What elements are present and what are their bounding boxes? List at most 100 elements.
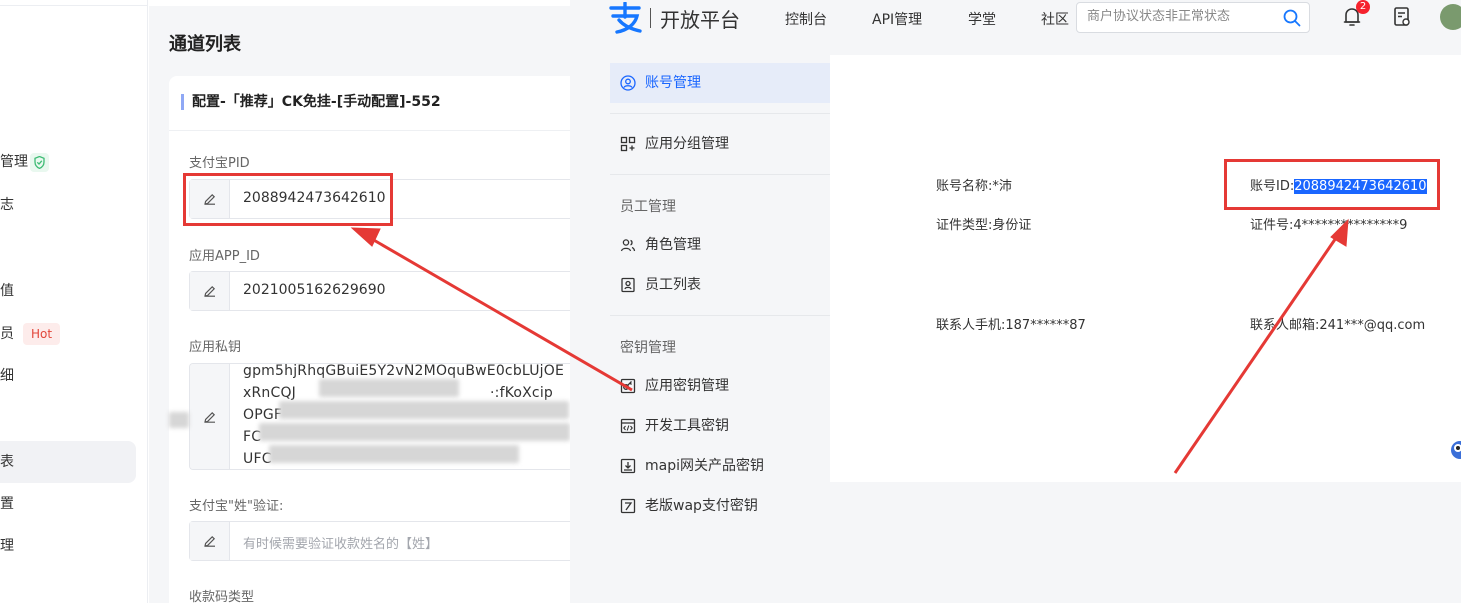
hot-badge: Hot	[23, 323, 61, 345]
sidebar-item-label: 账号管理	[645, 75, 701, 91]
sidebar-item-label: 置	[0, 496, 14, 512]
logo-separator	[650, 8, 651, 28]
sidebar-item-label: 老版wap支付密钥	[645, 498, 758, 514]
sidebar-item-label: 应用密钥管理	[645, 378, 729, 394]
sidebar-item-label: 角色管理	[645, 237, 701, 253]
cert-no-label: 证件号:	[1250, 218, 1294, 233]
phone-row: 联系人手机:187******87	[936, 314, 1086, 333]
sidebar-item-mapi-keys[interactable]: mapi网关产品密钥	[610, 446, 830, 486]
surname-verify-placeholder: 有时候需要验证收款姓名的【姓】	[243, 537, 439, 552]
pid-label: 支付宝PID	[189, 156, 250, 171]
sidebar-item-label: 细	[0, 368, 14, 384]
redaction-blur	[259, 423, 570, 441]
cert-type-row: 证件类型:身份证	[936, 214, 1031, 233]
sidebar-item-settings[interactable]: 置	[0, 483, 136, 525]
alipay-header: 开放平台 控制台 API管理 学堂 社区 2	[570, 0, 1461, 36]
sidebar-item-admin[interactable]: 理	[0, 525, 136, 567]
sidebar-item-roles[interactable]: 角色管理	[610, 225, 830, 265]
account-info-panel: 账号名称:*沛 账号ID:2088942473642610 证件类型:身份证 证…	[830, 55, 1461, 482]
sidebar-divider	[610, 315, 830, 316]
sidebar-item-app-keys[interactable]: 应用密钥管理	[610, 366, 830, 406]
cert-no-value: 4***************9	[1293, 218, 1408, 233]
sidebar-item-label: 管理	[0, 154, 28, 170]
phone-value: 187******87	[1005, 318, 1086, 333]
sidebar-item-log[interactable]: 志	[0, 184, 136, 226]
key-icon	[620, 378, 636, 394]
download-tray-icon	[620, 458, 636, 474]
search-box	[1076, 2, 1310, 33]
sidebar-item-account[interactable]: 账号管理	[610, 63, 830, 103]
redaction-blur	[169, 412, 189, 428]
sidebar-section-staff: 员工管理	[620, 199, 676, 215]
edit-icon[interactable]	[190, 272, 230, 310]
sidebar-item-manage[interactable]: 管理	[0, 141, 136, 183]
nav-console[interactable]: 控制台	[785, 9, 827, 29]
sidebar-item-label: mapi网关产品密钥	[645, 458, 764, 474]
mascot-icon[interactable]	[1450, 430, 1461, 470]
search-icon[interactable]	[1283, 9, 1301, 27]
sidebar-item-dev-tool-keys[interactable]: 开发工具密钥	[610, 406, 830, 446]
private-key-line: OPGF	[243, 407, 283, 423]
avatar[interactable]	[1440, 4, 1461, 30]
sidebar-item-label: 员	[0, 326, 14, 342]
phone-label: 联系人手机:	[936, 318, 1006, 333]
cert-type-label: 证件类型:	[936, 218, 993, 233]
sidebar-item-recharge[interactable]: 值	[0, 270, 136, 312]
app-id-value: 2021005162629690	[243, 282, 386, 298]
document-icon[interactable]	[1393, 6, 1411, 28]
surname-verify-field[interactable]: 有时候需要验证收款姓名的【姓】	[189, 521, 570, 561]
main-top-strip	[149, 0, 570, 6]
page-title: 通道列表	[169, 34, 241, 55]
email-row: 联系人邮箱:241***@qq.com	[1250, 314, 1425, 333]
private-key-line: xRnCQJ	[243, 385, 297, 401]
search-input[interactable]	[1087, 9, 1267, 24]
private-key-line-tail: ·:fKoXcip	[490, 385, 554, 401]
sidebar-item-app-group[interactable]: 应用分组管理	[610, 124, 830, 164]
sidebar-item-label: 志	[0, 197, 14, 213]
grid-icon	[620, 136, 636, 152]
sidebar-item-label: 员工列表	[645, 277, 701, 293]
sidebar-item-label: 开发工具密钥	[645, 418, 729, 434]
wap-key-icon	[620, 498, 636, 514]
notification-badge: 2	[1356, 0, 1370, 14]
private-key-line: UFC	[243, 451, 272, 467]
sidebar-top-divider	[0, 0, 148, 6]
channel-config-card: 配置-「推荐」CK免挂-[手动配置]-552 支付宝PID 2088942473…	[169, 76, 570, 603]
sidebar-item-label: 理	[0, 538, 14, 554]
id-card-icon	[621, 277, 635, 293]
card-title: 配置-「推荐」CK免挂-[手动配置]-552	[181, 94, 441, 110]
email-label: 联系人邮箱:	[1250, 318, 1320, 333]
app-id-field[interactable]: 2021005162629690	[189, 271, 570, 311]
account-name-label: 账号名称:	[936, 179, 993, 194]
edit-icon[interactable]	[190, 364, 230, 469]
app-id-label: 应用APP_ID	[189, 249, 260, 264]
surname-verify-label: 支付宝"姓"验证:	[189, 499, 284, 514]
private-key-label: 应用私钥	[189, 340, 242, 355]
sidebar-item-member[interactable]: 员 Hot	[0, 313, 136, 355]
redaction-blur	[319, 379, 459, 397]
private-key-line: gpm5hjRhqGBuiE5Y2vN2MOquBwE0cbLUjOE	[243, 363, 565, 379]
nav-community[interactable]: 社区	[1041, 9, 1069, 29]
sidebar-item-wap-keys[interactable]: 老版wap支付密钥	[610, 486, 830, 526]
qr-type-label: 收款码类型	[189, 590, 255, 603]
code-window-icon	[620, 418, 636, 434]
edit-icon[interactable]	[190, 522, 230, 560]
annotation-box-pid	[183, 173, 393, 226]
email-value: 241***@qq.com	[1319, 318, 1426, 333]
admin-sidebar: 管理 志 值 员 Hot 细 表 置 理	[0, 0, 148, 603]
sidebar-item-channel-list[interactable]: 表	[0, 441, 136, 483]
sidebar-item-staff-list[interactable]: 员工列表	[610, 265, 830, 305]
logo-text: 开放平台	[660, 8, 740, 32]
annotation-box-account-id	[1224, 159, 1440, 210]
nav-academy[interactable]: 学堂	[968, 9, 996, 29]
users-icon	[620, 239, 636, 252]
cert-type-value: 身份证	[992, 218, 1032, 233]
alipay-logo-icon[interactable]	[608, 2, 644, 34]
sidebar-item-label: 应用分组管理	[645, 136, 729, 152]
sidebar-divider	[610, 113, 830, 114]
sidebar-item-detail[interactable]: 细	[0, 355, 136, 397]
redaction-blur	[279, 401, 569, 419]
card-divider	[169, 130, 570, 131]
sidebar-item-label: 表	[0, 454, 14, 470]
nav-api[interactable]: API管理	[872, 9, 922, 29]
